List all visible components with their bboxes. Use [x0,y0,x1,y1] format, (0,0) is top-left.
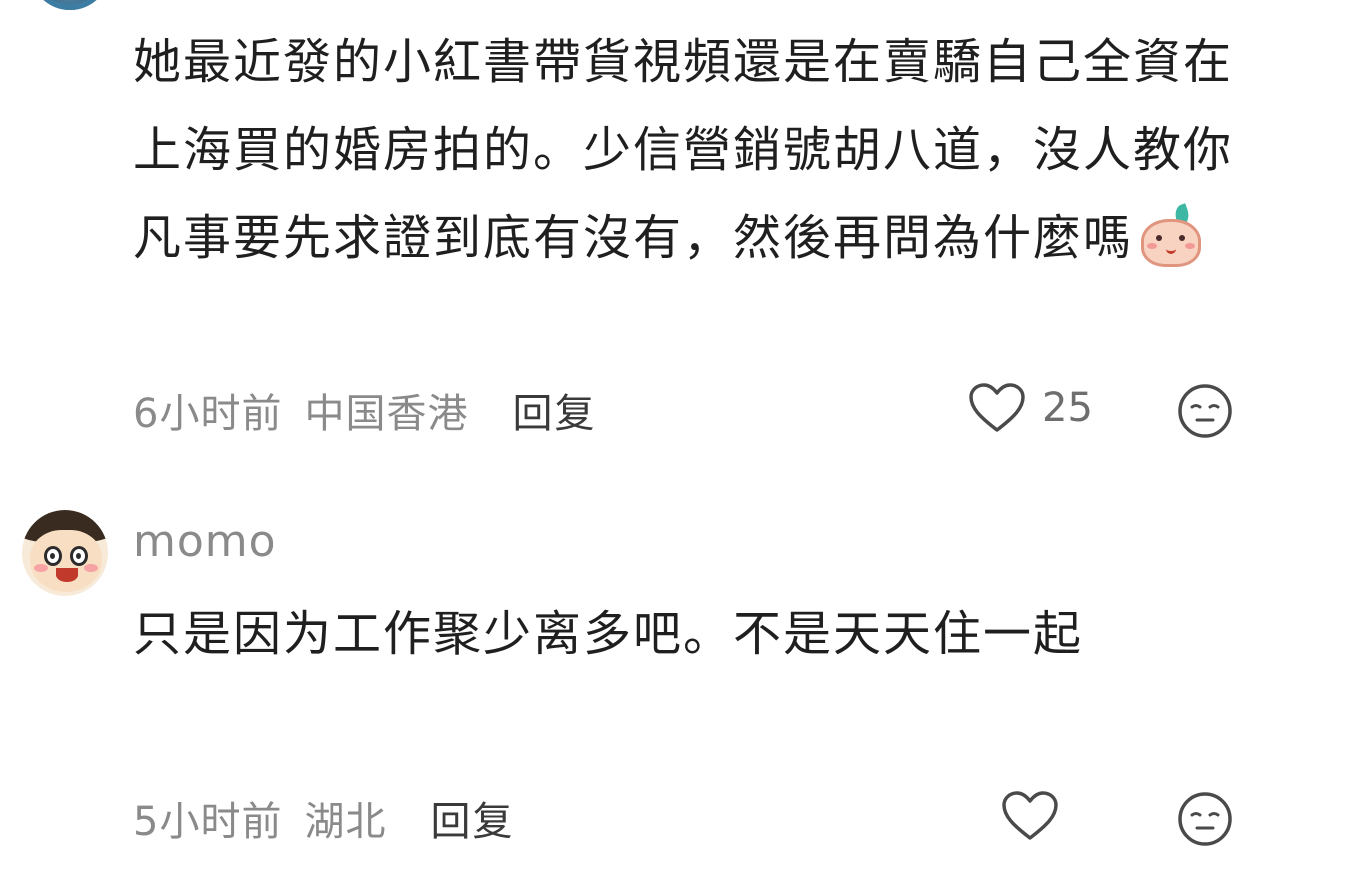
like-count: 25 [1042,385,1093,431]
like-button[interactable]: 25 [968,382,1093,434]
comment-location: 中国香港 [304,391,469,437]
comment-time: 5小时前 [133,799,283,845]
dislike-button[interactable] [1177,383,1233,443]
commenter-username[interactable]: momo [133,516,277,567]
comment-meta-row: 5小时前 湖北 回复 [133,788,1243,848]
comment-text: 只是因为工作聚少离多吧。不是天天住一起 [133,606,1084,662]
comment-text: 她最近發的小紅書帶貨視頻還是在賣驕自己全資在上海買的婚房拍的。少信營銷號胡八道，… [133,18,1243,282]
commenter-avatar[interactable] [22,510,108,596]
peach-smile-emoji-icon [1139,203,1203,267]
heart-outline-icon [1002,791,1058,840]
like-button[interactable] [1001,790,1059,842]
neutral-face-icon [1178,384,1232,438]
comment-body: 她最近發的小紅書帶貨視頻還是在賣驕自己全資在上海買的婚房拍的。少信營銷號胡八道，… [133,34,1234,266]
reply-button[interactable]: 回复 [512,381,596,439]
reply-button[interactable]: 回复 [430,789,514,847]
neutral-face-icon [1178,792,1232,846]
comment-time: 6小时前 [133,391,283,437]
dislike-button[interactable] [1177,791,1233,851]
heart-outline-icon [969,383,1025,432]
comment-location: 湖北 [304,799,387,845]
comment-meta-row: 6小时前 中国香港 回复 25 [133,380,1243,440]
commenter-avatar-top[interactable] [30,0,110,10]
